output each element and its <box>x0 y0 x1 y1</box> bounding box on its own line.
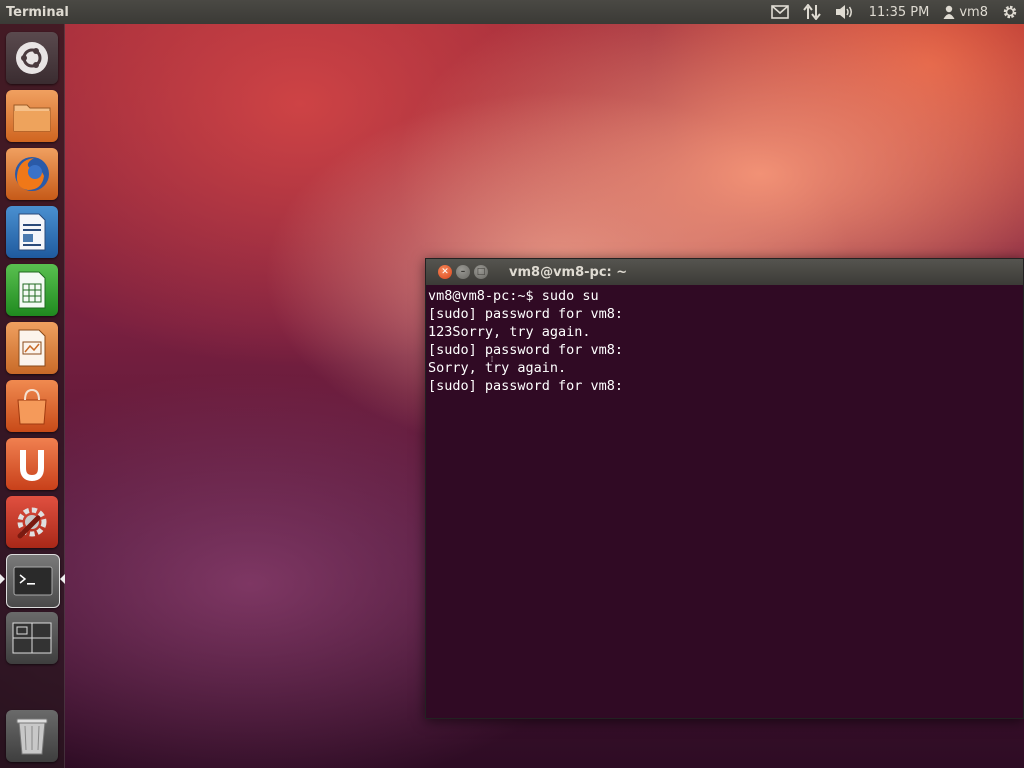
terminal-window-title: vm8@vm8-pc: ~ <box>509 264 628 280</box>
impress-icon <box>18 329 46 367</box>
firefox-icon <box>15 157 49 191</box>
launcher-workspace-switcher[interactable] <box>6 612 58 664</box>
ubuntu-one-icon <box>20 450 44 482</box>
user-menu[interactable]: vm8 <box>943 5 988 20</box>
terminal-line: [sudo] password for vm8: <box>428 306 624 322</box>
launcher <box>0 24 65 768</box>
top-panel: Terminal 11:35 PM vm8 <box>0 0 1024 24</box>
indicator-area: 11:35 PM vm8 <box>770 4 1018 20</box>
maximize-button[interactable]: □ <box>474 265 488 279</box>
terminal-running-indicator <box>0 574 5 584</box>
launcher-firefox[interactable] <box>6 148 58 200</box>
minimize-button[interactable]: – <box>456 265 470 279</box>
maximize-icon: □ <box>476 266 486 277</box>
launcher-home-folder[interactable] <box>6 90 58 142</box>
terminal-line: Sorry, try again. <box>428 360 567 376</box>
active-app-title: Terminal <box>6 4 69 20</box>
terminal-titlebar[interactable]: ✕ – □ vm8@vm8-pc: ~ <box>426 259 1023 285</box>
close-button[interactable]: ✕ <box>438 265 452 279</box>
terminal-line: [sudo] password for vm8: <box>428 342 624 358</box>
launcher-ubuntu-one[interactable] <box>6 438 58 490</box>
launcher-impress[interactable] <box>6 322 58 374</box>
volume-icon[interactable] <box>835 4 855 20</box>
close-icon: ✕ <box>441 266 449 277</box>
user-icon <box>943 5 955 19</box>
text-cursor-icon <box>491 356 493 362</box>
terminal-line: 123Sorry, try again. <box>428 324 591 340</box>
terminal-icon <box>13 566 53 596</box>
calc-icon <box>18 271 46 309</box>
terminal-focused-indicator <box>60 574 65 584</box>
minimize-icon: – <box>460 266 466 277</box>
terminal-line: vm8@vm8-pc:~$ sudo su <box>428 288 599 304</box>
settings-wrench-icon <box>17 507 47 539</box>
launcher-terminal[interactable] <box>6 554 60 608</box>
ubuntu-logo-icon <box>16 42 48 74</box>
workspaces-icon <box>12 622 52 654</box>
mail-icon[interactable] <box>770 5 789 19</box>
launcher-system-settings[interactable] <box>6 496 58 548</box>
launcher-trash[interactable] <box>6 710 58 762</box>
network-icon[interactable] <box>802 4 821 20</box>
launcher-writer[interactable] <box>6 206 58 258</box>
launcher-dash-button[interactable] <box>6 32 58 84</box>
trash-icon <box>16 718 48 755</box>
terminal-line: [sudo] password for vm8: <box>428 378 624 394</box>
terminal-window[interactable]: ✕ – □ vm8@vm8-pc: ~ vm8@vm8-pc:~$ sudo s… <box>425 258 1024 719</box>
terminal-output[interactable]: vm8@vm8-pc:~$ sudo su [sudo] password fo… <box>426 285 1023 718</box>
clock[interactable]: 11:35 PM <box>869 5 930 20</box>
folder-icon <box>13 104 51 132</box>
gear-icon[interactable] <box>1002 4 1018 20</box>
launcher-calc[interactable] <box>6 264 58 316</box>
writer-icon <box>18 213 46 251</box>
launcher-software-center[interactable] <box>6 380 58 432</box>
shopping-bag-icon <box>17 388 47 425</box>
user-name: vm8 <box>959 4 988 20</box>
